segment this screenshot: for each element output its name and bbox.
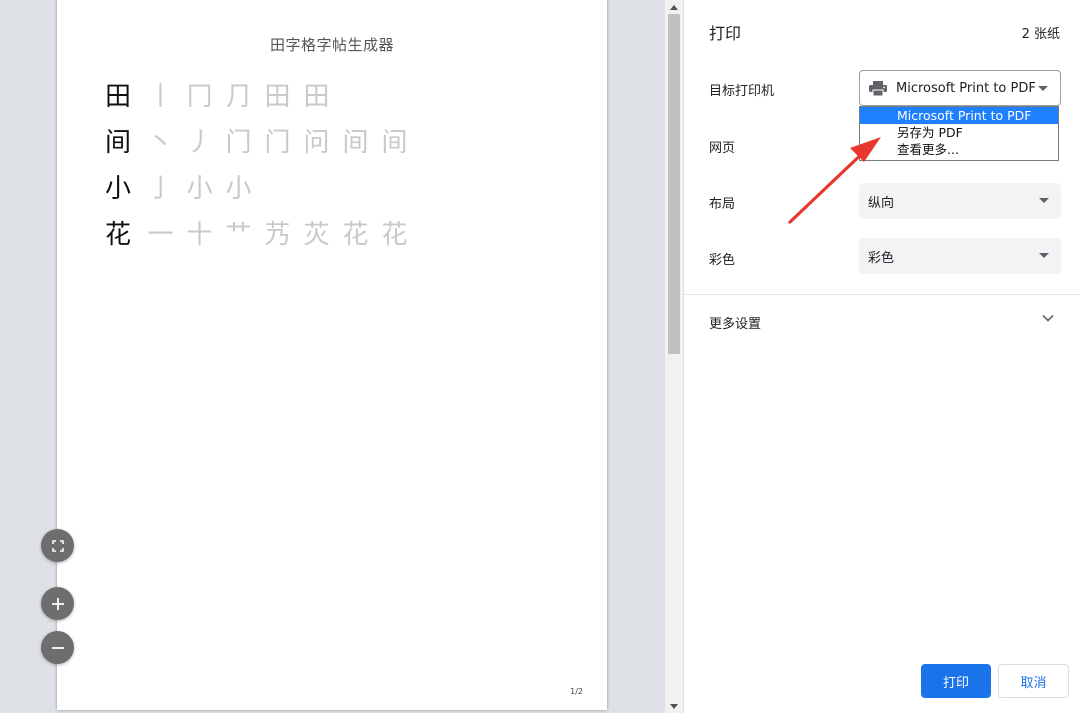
- stroke-step: 门: [225, 127, 252, 158]
- print-settings-sidebar: 打印 2 张纸 目标打印机 Microsoft Print to PDF Mic…: [683, 0, 1080, 713]
- destination-label: 目标打印机: [709, 84, 775, 99]
- fit-page-icon: [51, 539, 64, 552]
- fit-to-page-button[interactable]: [41, 529, 74, 562]
- annotation-arrow-icon: [788, 137, 881, 224]
- stroke-step: 冂: [186, 81, 213, 112]
- zoom-out-button[interactable]: [41, 631, 74, 664]
- print-button[interactable]: 打印: [921, 664, 991, 698]
- scroll-up-arrow[interactable]: [665, 0, 683, 14]
- stroke-step: 间: [342, 127, 369, 158]
- main-character: 花: [105, 219, 132, 250]
- cancel-button[interactable]: 取消: [998, 664, 1069, 698]
- main-character: 小: [105, 173, 132, 204]
- plus-icon: [51, 597, 64, 610]
- zoom-in-button[interactable]: [41, 587, 74, 620]
- stroke-step: 花: [342, 219, 369, 250]
- scroll-thumb[interactable]: [668, 14, 680, 354]
- stroke-step: ⺆: [225, 81, 252, 112]
- stroke-step: 田: [303, 81, 330, 112]
- main-character: 田: [105, 81, 132, 112]
- destination-value: Microsoft Print to PDF: [896, 80, 1036, 96]
- stroke-step: 花: [381, 219, 408, 250]
- stroke-step: 丿: [186, 127, 213, 158]
- pages-label: 网页: [709, 141, 736, 156]
- stroke-step: 一: [147, 219, 174, 250]
- preview-scrollbar[interactable]: [665, 0, 683, 713]
- character-row: 田 丨 冂 ⺆ 田 田: [105, 74, 336, 114]
- layout-label: 布局: [709, 197, 736, 212]
- print-preview-area: 田字格字帖生成器 田 丨 冂 ⺆ 田 田 间 丶 丿 门 门 问 间 间 小 亅…: [0, 0, 665, 713]
- page-number: 1/2: [570, 687, 583, 696]
- sheet-count: 2 张纸: [1021, 27, 1060, 42]
- character-row: 小 亅 小 小: [105, 166, 258, 206]
- main-character: 间: [105, 127, 132, 158]
- stroke-step: 问: [303, 127, 330, 158]
- stroke-step: 艿: [264, 219, 291, 250]
- dropdown-arrow-icon: [1039, 198, 1049, 203]
- arrow-down-icon: [670, 703, 678, 709]
- dropdown-arrow-icon: [1038, 86, 1048, 91]
- color-select[interactable]: 彩色: [859, 238, 1061, 274]
- stroke-step: 间: [381, 127, 408, 158]
- stroke-step: 田: [264, 81, 291, 112]
- printer-icon: [869, 80, 887, 96]
- stroke-step: 十: [186, 219, 213, 250]
- stroke-step: 艹: [225, 219, 252, 250]
- stroke-step: 丶: [147, 127, 174, 158]
- more-settings-label: 更多设置: [709, 317, 762, 332]
- stroke-step: 小: [225, 173, 252, 204]
- scroll-down-arrow[interactable]: [665, 699, 683, 713]
- stroke-step: 苂: [303, 219, 330, 250]
- stroke-step: 小: [186, 173, 213, 204]
- arrow-up-icon: [670, 4, 678, 10]
- dropdown-arrow-icon: [1039, 253, 1049, 258]
- color-label: 彩色: [709, 253, 736, 268]
- document-title: 田字格字帖生成器: [269, 36, 394, 54]
- character-row: 间 丶 丿 门 门 问 间 间: [105, 120, 414, 160]
- stroke-step: 亅: [147, 173, 174, 204]
- dropdown-option-ms-print-to-pdf[interactable]: Microsoft Print to PDF: [860, 107, 1058, 124]
- destination-select[interactable]: Microsoft Print to PDF: [859, 70, 1061, 106]
- section-divider: [684, 294, 1080, 295]
- print-title: 打印: [709, 24, 742, 43]
- stroke-step: 门: [264, 127, 291, 158]
- more-settings-toggle[interactable]: 更多设置: [684, 304, 1080, 338]
- minus-icon: [51, 646, 64, 649]
- chevron-down-icon: [1042, 314, 1054, 322]
- color-value: 彩色: [868, 250, 895, 266]
- stroke-step: 丨: [147, 81, 174, 112]
- character-row: 花 一 十 艹 艿 苂 花 花: [105, 212, 414, 252]
- preview-page: 田字格字帖生成器 田 丨 冂 ⺆ 田 田 间 丶 丿 门 门 问 间 间 小 亅…: [57, 0, 607, 710]
